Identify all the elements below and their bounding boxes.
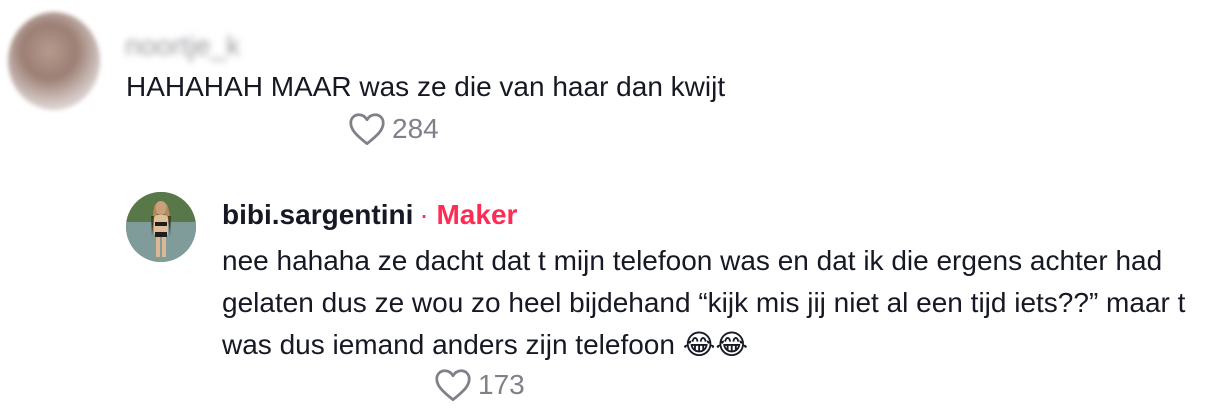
separator-dot: · bbox=[419, 199, 429, 230]
heart-icon[interactable] bbox=[434, 368, 472, 402]
like-button[interactable]: 173 bbox=[434, 368, 525, 402]
reply-header: bibi.sargentini · Maker bbox=[222, 198, 517, 232]
reply-text: nee hahaha ze dacht dat t mijn telefoon … bbox=[222, 245, 1186, 360]
maker-badge: Maker bbox=[436, 199, 518, 230]
like-count: 284 bbox=[392, 113, 439, 144]
comment-username[interactable]: noortje_k bbox=[125, 30, 240, 62]
heart-icon[interactable] bbox=[348, 112, 386, 146]
avatar[interactable] bbox=[8, 12, 100, 110]
reply-username[interactable]: bibi.sargentini bbox=[222, 199, 413, 230]
like-button[interactable]: 284 bbox=[348, 112, 439, 146]
avatar[interactable] bbox=[126, 192, 196, 262]
comment-text: HAHAHAH MAAR was ze die van haar dan kwi… bbox=[126, 71, 726, 102]
like-count: 173 bbox=[478, 369, 525, 400]
